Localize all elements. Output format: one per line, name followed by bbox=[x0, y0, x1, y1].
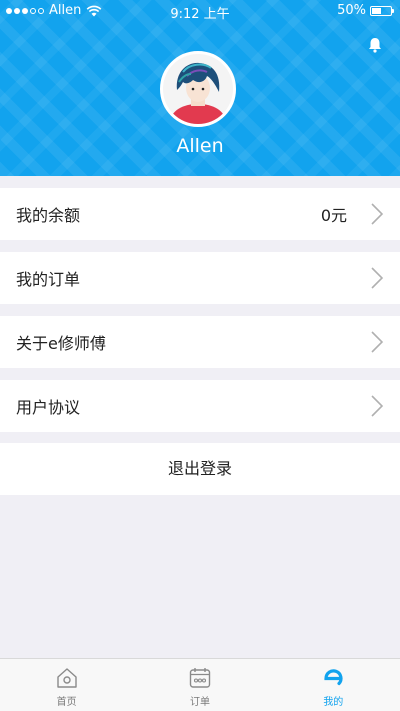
logout-button[interactable]: 退出登录 bbox=[0, 443, 400, 495]
chevron-right-icon bbox=[371, 203, 384, 225]
tab-home[interactable]: 首页 bbox=[0, 659, 133, 711]
tab-label: 我的 bbox=[323, 697, 344, 708]
menu-item-about[interactable]: 关于e修师傅 bbox=[0, 316, 400, 368]
avatar-image bbox=[163, 54, 233, 124]
status-right: 50% bbox=[337, 3, 394, 18]
menu-item-label: 用户协议 bbox=[16, 398, 81, 417]
chevron-right-icon bbox=[371, 331, 384, 353]
menu-item-orders[interactable]: 我的订单 bbox=[0, 252, 400, 304]
username: Allen bbox=[176, 135, 224, 157]
profile-screen: Allen 9:12 上午 50% Allen 我的余额 0元 我的订单 关于e… bbox=[0, 0, 400, 711]
chevron-right-icon bbox=[371, 267, 384, 289]
avatar[interactable] bbox=[160, 51, 236, 127]
tab-profile[interactable]: 我的 bbox=[267, 659, 400, 711]
bell-icon[interactable] bbox=[366, 36, 384, 54]
tab-label: 订单 bbox=[189, 697, 210, 708]
tab-bar: 首页 订单 我的 bbox=[0, 658, 400, 711]
menu-item-balance[interactable]: 我的余额 0元 bbox=[0, 188, 400, 240]
e-logo-icon bbox=[324, 669, 343, 686]
menu-item-label: 我的余额 bbox=[16, 206, 81, 225]
chevron-right-icon bbox=[371, 395, 384, 417]
home-icon bbox=[56, 668, 77, 688]
profile-header: Allen 9:12 上午 50% Allen bbox=[0, 0, 400, 176]
menu-item-user-agreement[interactable]: 用户协议 bbox=[0, 380, 400, 432]
tab-orders[interactable]: 订单 bbox=[133, 659, 266, 711]
battery-fill bbox=[372, 7, 381, 14]
battery-percent: 50% bbox=[337, 3, 366, 18]
status-bar: Allen 9:12 上午 50% bbox=[0, 0, 400, 22]
tab-label: 首页 bbox=[56, 697, 77, 708]
balance-value: 0元 bbox=[320, 206, 347, 225]
menu-item-label: 关于e修师傅 bbox=[16, 334, 106, 353]
battery-icon bbox=[370, 5, 394, 16]
menu-item-label: 我的订单 bbox=[16, 270, 81, 289]
calendar-icon bbox=[189, 668, 211, 688]
